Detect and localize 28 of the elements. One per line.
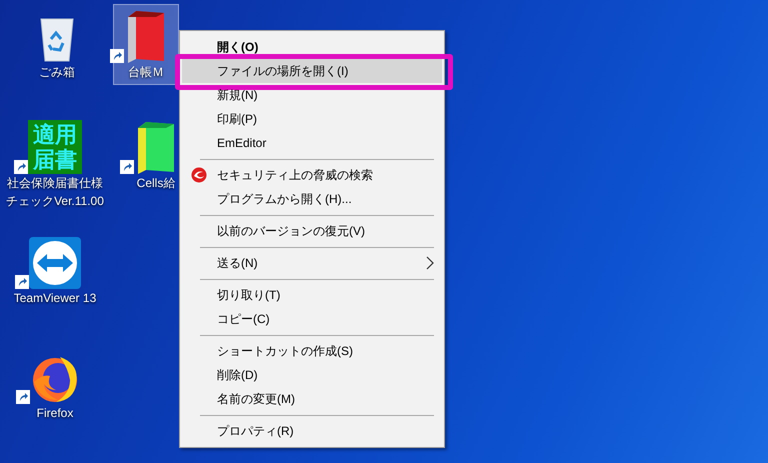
desktop-shortcut[interactable]: 適用 届書 社会保険届書仕様 チェックVer.11.00 <box>0 115 110 214</box>
desktop-shortcut[interactable]: TeamViewer 13 <box>0 230 110 311</box>
menu-item[interactable]: プロパティ(R) <box>182 419 442 443</box>
menu-item[interactable]: 新規(N) <box>182 83 442 107</box>
menu-item[interactable]: 名前の変更(M) <box>182 387 442 411</box>
fox-globe-icon <box>30 354 80 404</box>
menu-item[interactable]: 開く(O) <box>182 35 442 59</box>
shortcut-label: ごみ箱 <box>39 64 75 81</box>
menu-item[interactable]: 削除(D) <box>182 363 442 387</box>
shortcut-label: 台帳Ｍ <box>128 64 164 81</box>
shortcut-label: Cells給 <box>136 175 176 192</box>
desktop-shortcut[interactable]: Firefox <box>0 345 110 426</box>
menu-item[interactable]: 以前のバージョンの復元(V) <box>182 219 442 243</box>
two-way-arrow-logo-icon <box>29 237 81 289</box>
menu-item[interactable]: ショートカットの作成(S) <box>182 339 442 363</box>
desktop-shortcut[interactable]: 台帳Ｍ <box>113 4 179 85</box>
swirl-icon <box>191 167 207 183</box>
menu-item[interactable]: コピー(C) <box>182 307 442 331</box>
logo-text: 届書 <box>33 147 77 172</box>
shortcut-label: チェックVer.11.00 <box>6 193 104 210</box>
shortcut-label: 社会保険届書仕様 <box>7 175 103 192</box>
menu-item[interactable]: 切り取り(T) <box>182 283 442 307</box>
desktop-shortcut[interactable]: ごみ箱 <box>14 4 100 85</box>
shortcut-label: Firefox <box>36 405 74 422</box>
logo-text: 適用 <box>33 122 77 147</box>
menu-item[interactable]: 送る(N) <box>182 251 442 275</box>
shortcut-label: TeamViewer 13 <box>14 290 96 307</box>
menu-item[interactable]: ファイルの場所を開く(I) <box>182 59 442 83</box>
